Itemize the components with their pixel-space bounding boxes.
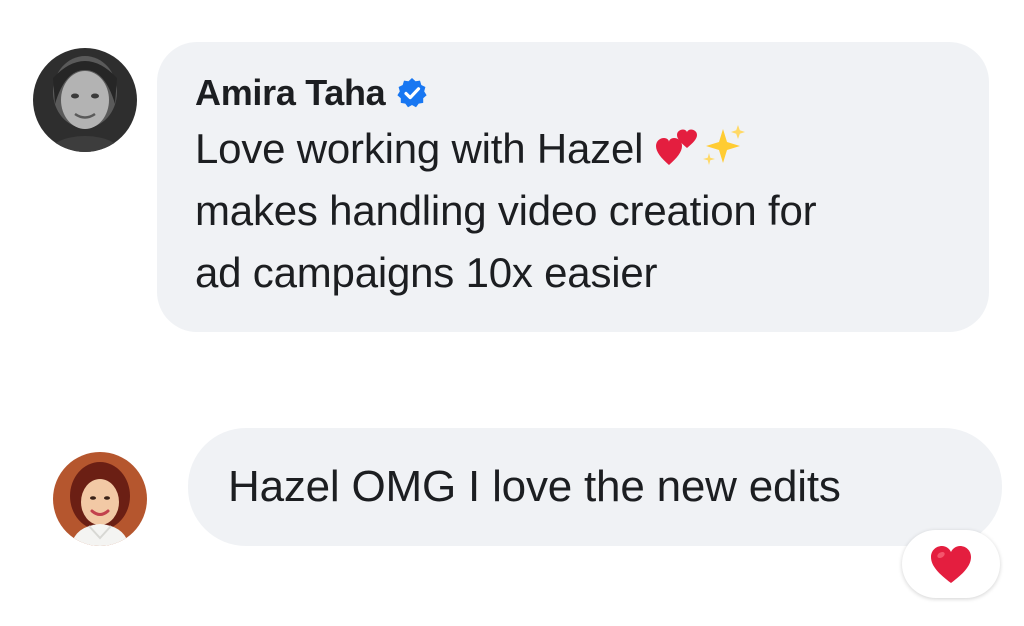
heart-reaction-icon [931,546,971,583]
comment-text-line1: Love working with Hazel [195,125,644,172]
comment-text-rest: makes handling video creation for ad cam… [195,187,817,296]
comment-bubble: Amira Taha Love working with Hazel makes… [157,42,989,332]
comment-bubble: Hazel OMG I love the new edits [188,428,1002,546]
two-hearts-icon [655,123,701,169]
avatar-photo-grayscale [33,48,137,152]
author-name[interactable]: Amira Taha [195,70,386,116]
avatar-commenter[interactable] [53,452,147,546]
comment-text: Love working with Hazel makes handling v… [195,118,951,304]
avatar-photo-color [53,452,147,546]
author-row: Amira Taha [195,70,951,116]
reaction-chip[interactable] [902,530,1000,598]
sparkles-icon [701,123,747,169]
avatar-amira-taha[interactable] [33,48,137,152]
comment-text: Hazel OMG I love the new edits [228,462,841,511]
verified-badge-icon [395,76,429,110]
